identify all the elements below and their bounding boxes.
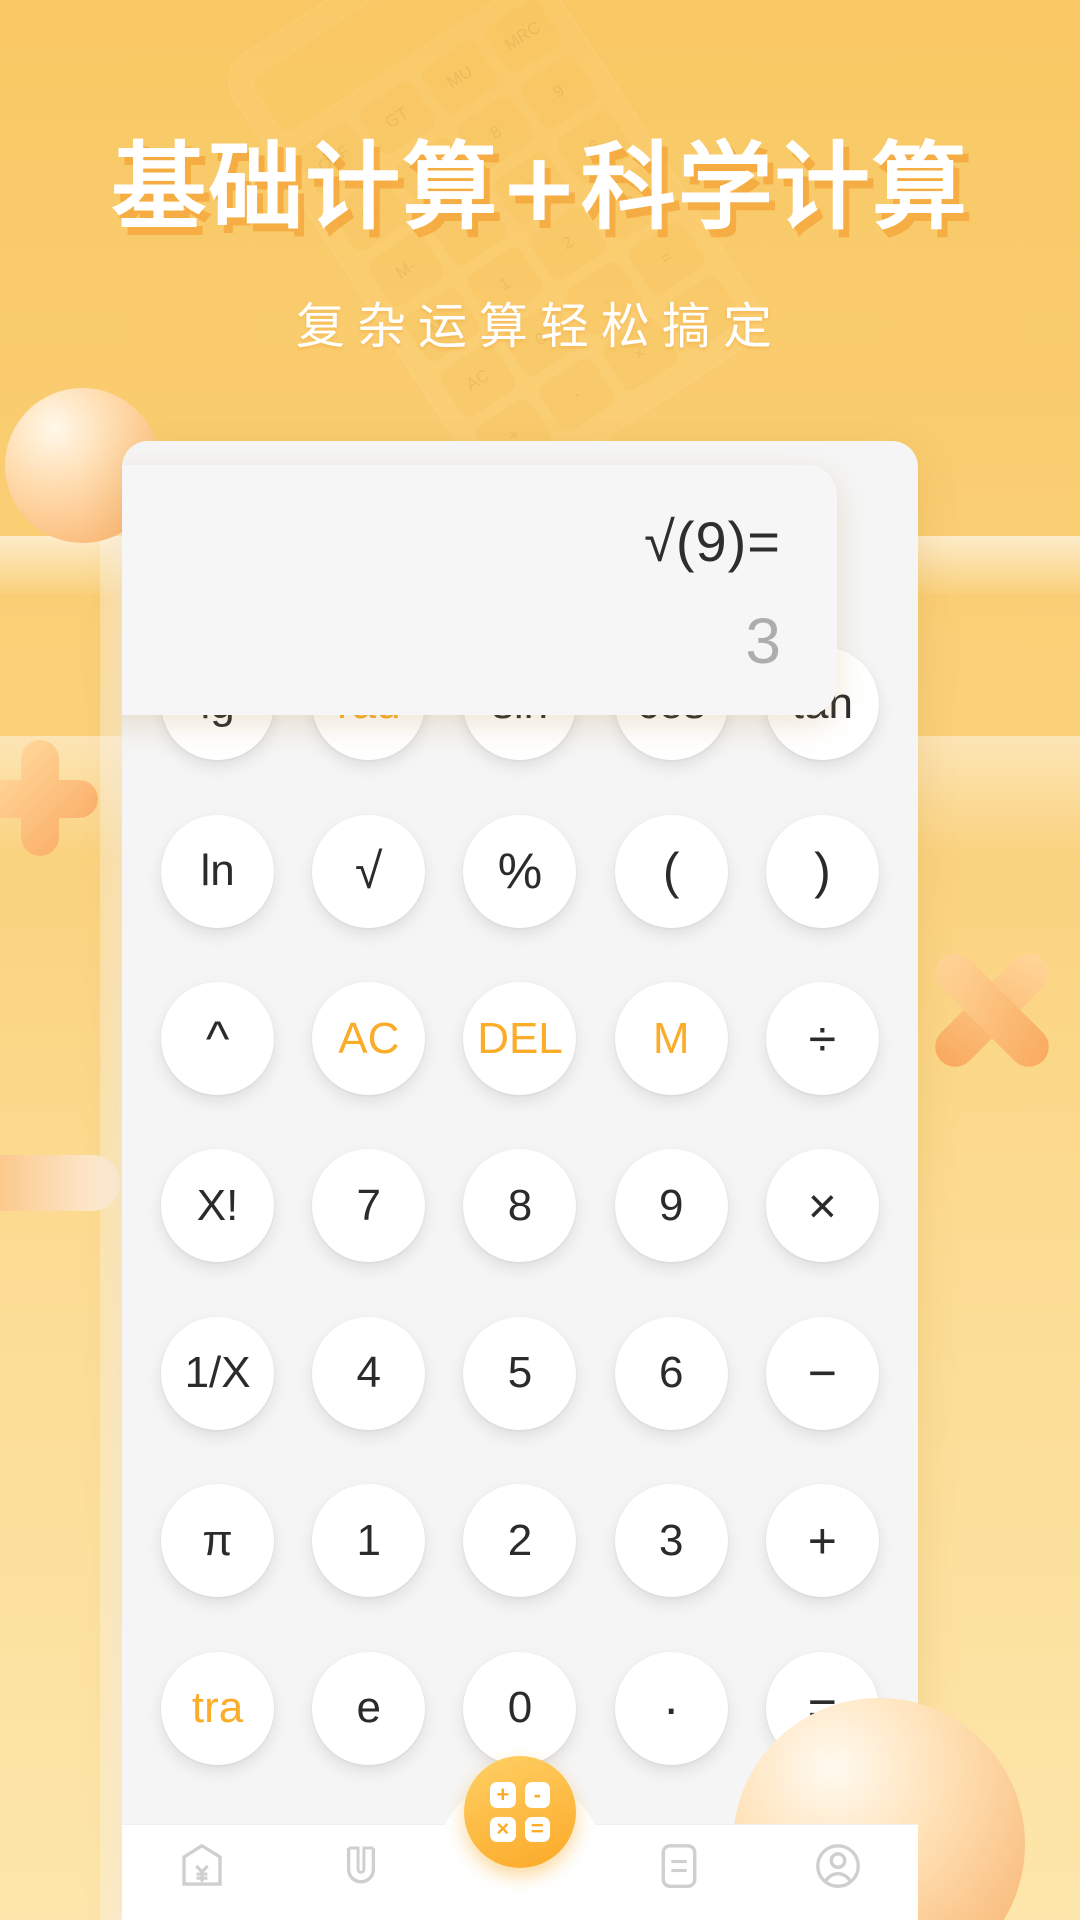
key-minus[interactable]: − bbox=[765, 1316, 879, 1430]
key-5[interactable]: 5 bbox=[463, 1316, 577, 1430]
nav-item-magnet[interactable] bbox=[301, 1839, 421, 1893]
key-6[interactable]: 6 bbox=[614, 1316, 728, 1430]
key-decimal[interactable]: · bbox=[614, 1651, 728, 1765]
profile-circle-icon bbox=[811, 1839, 865, 1893]
calculator-app-screen: lgradsincostanln√%()^ACDELM÷X!789×1/X456… bbox=[122, 441, 918, 1920]
key-1-over-X[interactable]: 1/X bbox=[161, 1316, 275, 1430]
nav-item-document[interactable] bbox=[619, 1839, 739, 1893]
key-tra[interactable]: tra bbox=[161, 1651, 275, 1765]
key-8[interactable]: 8 bbox=[463, 1149, 577, 1263]
calculator-fab-wrapper: + - × = bbox=[436, 1756, 604, 1874]
key-X-factorial[interactable]: X! bbox=[161, 1149, 275, 1263]
fab-key: - bbox=[524, 1782, 550, 1808]
calculator-fab-icon[interactable]: + - × = bbox=[464, 1756, 576, 1868]
display-result: 3 bbox=[745, 605, 781, 677]
key-DEL[interactable]: DEL bbox=[463, 982, 577, 1096]
decor-plus-icon bbox=[0, 740, 98, 856]
decor-x-icon bbox=[922, 940, 1062, 1080]
key-M[interactable]: M bbox=[614, 982, 728, 1096]
key-pi[interactable]: π bbox=[161, 1484, 275, 1598]
promo-background: OFF GT MU MRC% 7 8 9 M- 4 5 6 M+ 1 2 3 AC 0. = + - × ÷ 基础计算+科… bbox=[0, 0, 1080, 1920]
calculator-keypad: lgradsincostanln√%()^ACDELM÷X!789×1/X456… bbox=[122, 624, 918, 1788]
nav-item-price-tag[interactable] bbox=[142, 1839, 262, 1893]
key-plus[interactable]: + bbox=[765, 1484, 879, 1598]
key-2[interactable]: 2 bbox=[463, 1484, 577, 1598]
key-e[interactable]: e bbox=[312, 1651, 426, 1765]
key-0[interactable]: 0 bbox=[463, 1651, 577, 1765]
fab-key: + bbox=[490, 1782, 516, 1808]
display-expression: √(9)= bbox=[644, 510, 781, 573]
price-tag-yen-icon bbox=[175, 1839, 229, 1893]
key-9[interactable]: 9 bbox=[614, 1149, 728, 1263]
decor-pale-bar bbox=[0, 1155, 120, 1211]
key-7[interactable]: 7 bbox=[312, 1149, 426, 1263]
nav-item-profile[interactable] bbox=[778, 1839, 898, 1893]
key-close-paren[interactable]: ) bbox=[765, 814, 879, 928]
calculator-display: √(9)= 3 bbox=[122, 465, 837, 715]
fab-key: × bbox=[490, 1816, 516, 1842]
key-3[interactable]: 3 bbox=[614, 1484, 728, 1598]
magnet-icon bbox=[334, 1839, 388, 1893]
key-open-paren[interactable]: ( bbox=[614, 814, 728, 928]
key-multiply[interactable]: × bbox=[765, 1149, 879, 1263]
key-4[interactable]: 4 bbox=[312, 1316, 426, 1430]
key-percent[interactable]: % bbox=[463, 814, 577, 928]
key-sqrt[interactable]: √ bbox=[312, 814, 426, 928]
fab-key: = bbox=[524, 1816, 550, 1842]
page-subtitle: 复杂运算轻松搞定 bbox=[295, 298, 784, 355]
key-ln[interactable]: ln bbox=[161, 814, 275, 928]
page-title: 基础计算+科学计算 bbox=[111, 133, 969, 243]
document-lines-icon bbox=[652, 1839, 706, 1893]
key-divide[interactable]: ÷ bbox=[765, 982, 879, 1096]
key-1[interactable]: 1 bbox=[312, 1484, 426, 1598]
calculator-watermark-icon: OFF GT MU MRC% 7 8 9 M- 4 5 6 M+ 1 2 3 AC 0. = + - × ÷ bbox=[215, 0, 775, 508]
key-power[interactable]: ^ bbox=[161, 982, 275, 1096]
key-AC[interactable]: AC bbox=[312, 982, 426, 1096]
